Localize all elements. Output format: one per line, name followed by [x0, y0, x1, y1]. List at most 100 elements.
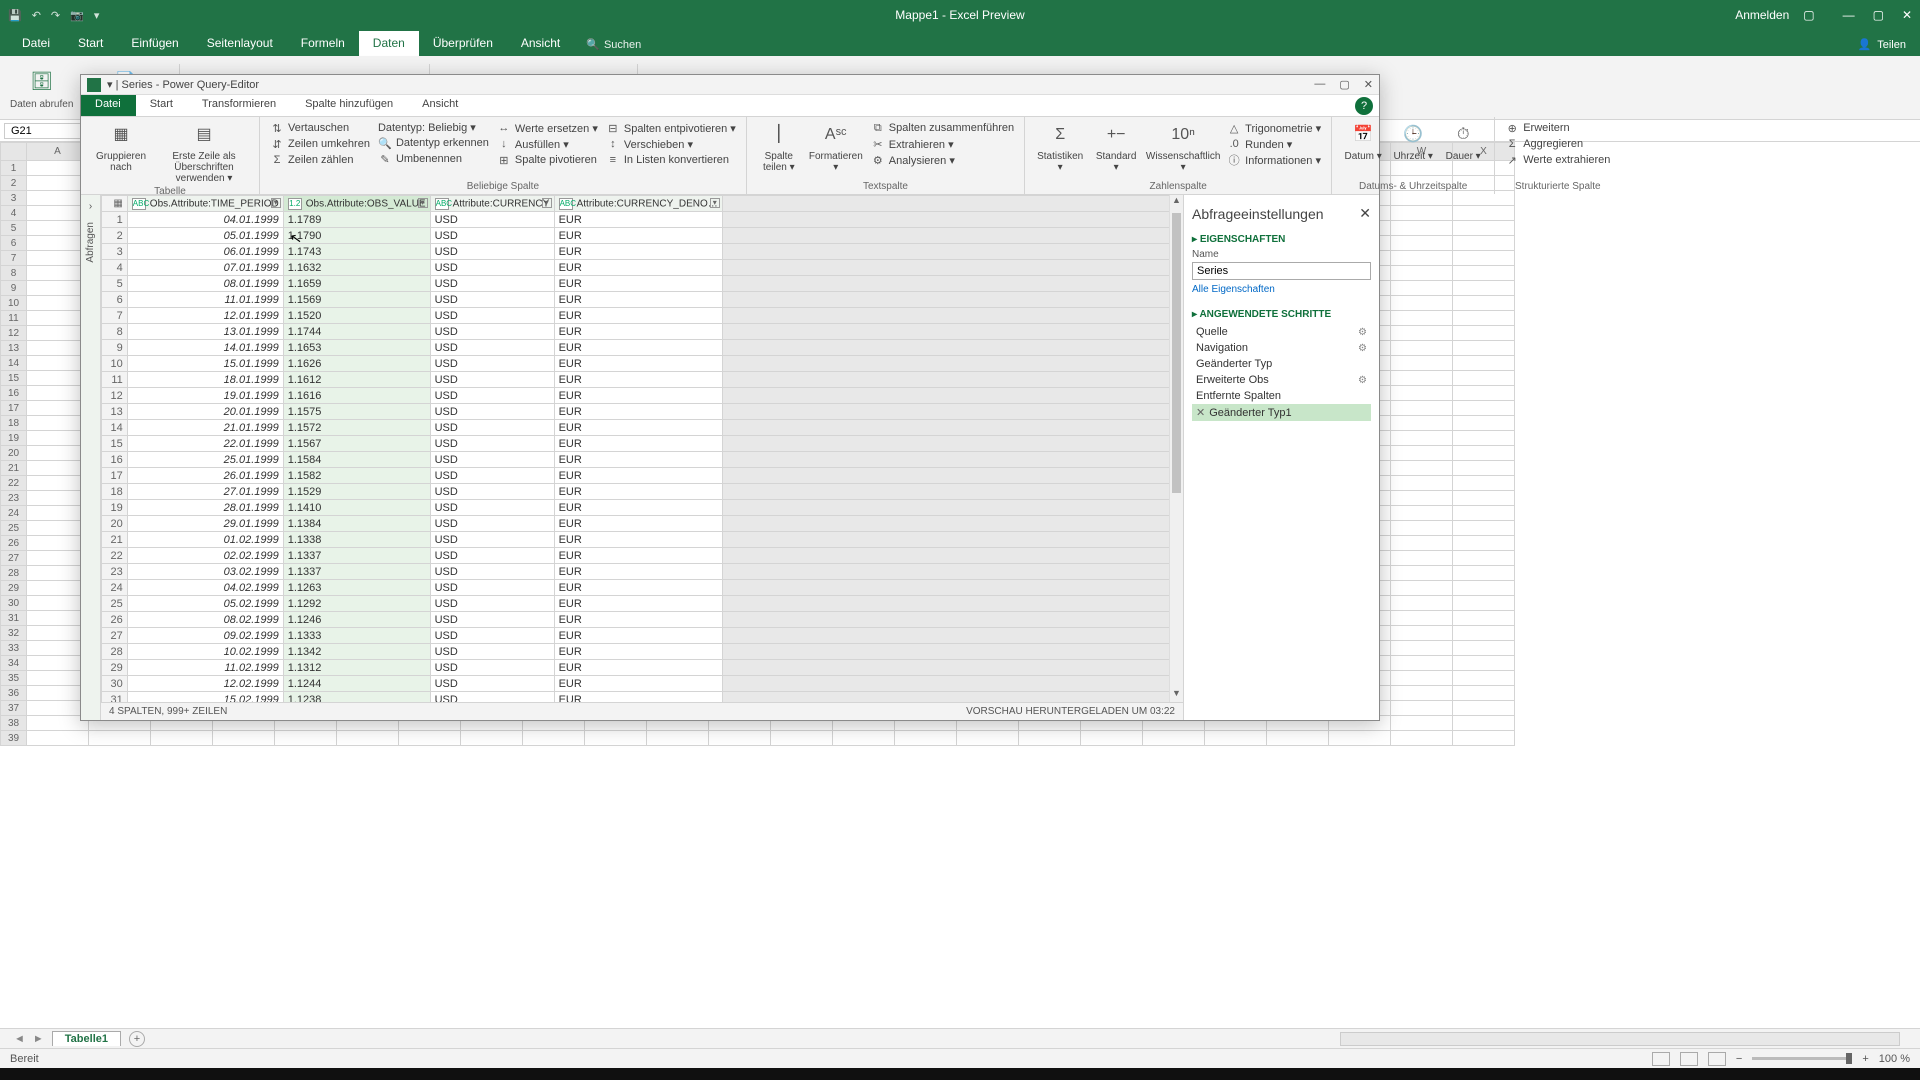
- pq-cell[interactable]: EUR: [554, 564, 722, 580]
- pq-cell[interactable]: USD: [430, 516, 554, 532]
- excel-row-header[interactable]: 3: [1, 191, 27, 206]
- pq-cell[interactable]: 22.01.1999: [127, 436, 283, 452]
- pq-cell[interactable]: 1.1529: [283, 484, 430, 500]
- parse-button[interactable]: ⚙Analysieren ▾: [871, 153, 1014, 167]
- pq-cell[interactable]: 15.01.1999: [127, 356, 283, 372]
- excel-cell[interactable]: [1391, 671, 1453, 686]
- excel-cell[interactable]: [27, 731, 89, 746]
- excel-row-header[interactable]: 36: [1, 686, 27, 701]
- excel-cell[interactable]: [1391, 431, 1453, 446]
- excel-cell[interactable]: [1453, 221, 1515, 236]
- pq-row-number[interactable]: 29: [102, 660, 128, 676]
- scroll-up-icon[interactable]: ▲: [1170, 195, 1183, 209]
- pq-cell[interactable]: EUR: [554, 308, 722, 324]
- excel-cell[interactable]: [1453, 581, 1515, 596]
- pq-cell[interactable]: EUR: [554, 644, 722, 660]
- excel-cell[interactable]: [1391, 371, 1453, 386]
- excel-cell[interactable]: [523, 731, 585, 746]
- excel-cell[interactable]: [1453, 326, 1515, 341]
- pq-cell[interactable]: USD: [430, 644, 554, 660]
- excel-cell[interactable]: [1391, 686, 1453, 701]
- pq-cell[interactable]: USD: [430, 324, 554, 340]
- extract-values-button[interactable]: ↗Werte extrahieren: [1505, 153, 1610, 167]
- pq-cell[interactable]: USD: [430, 340, 554, 356]
- pq-cell[interactable]: 28.01.1999: [127, 500, 283, 516]
- excel-cell[interactable]: [1453, 371, 1515, 386]
- excel-cell[interactable]: [1391, 296, 1453, 311]
- pq-cell[interactable]: USD: [430, 436, 554, 452]
- pq-cell[interactable]: EUR: [554, 292, 722, 308]
- excel-cell[interactable]: [1453, 491, 1515, 506]
- excel-row-header[interactable]: 12: [1, 326, 27, 341]
- excel-cell[interactable]: [957, 731, 1019, 746]
- pq-row-number[interactable]: 5: [102, 276, 128, 292]
- pq-cell[interactable]: EUR: [554, 548, 722, 564]
- excel-cell[interactable]: [1391, 476, 1453, 491]
- pq-cell[interactable]: EUR: [554, 212, 722, 228]
- reverse-rows-button[interactable]: ⇵Zeilen umkehren: [270, 137, 370, 151]
- pq-cell[interactable]: USD: [430, 564, 554, 580]
- excel-row-header[interactable]: 9: [1, 281, 27, 296]
- excel-tab-formeln[interactable]: Formeln: [287, 31, 359, 56]
- pq-cell[interactable]: EUR: [554, 276, 722, 292]
- pq-cell[interactable]: EUR: [554, 676, 722, 692]
- pq-cell[interactable]: 1.1337: [283, 548, 430, 564]
- zoom-out-button[interactable]: −: [1736, 1053, 1742, 1065]
- all-properties-link[interactable]: Alle Eigenschaften: [1192, 284, 1371, 295]
- pq-cell[interactable]: USD: [430, 404, 554, 420]
- pq-cell[interactable]: 1.1612: [283, 372, 430, 388]
- horizontal-scrollbar[interactable]: [1340, 1032, 1900, 1046]
- pq-cell[interactable]: USD: [430, 532, 554, 548]
- excel-row-header[interactable]: 22: [1, 476, 27, 491]
- split-column-button[interactable]: ⎮Spalte teilen ▾: [757, 121, 801, 173]
- trig-button[interactable]: △Trigonometrie ▾: [1227, 121, 1321, 135]
- pivot-column-button[interactable]: ⊞Spalte pivotieren: [497, 153, 598, 167]
- excel-row-header[interactable]: 34: [1, 656, 27, 671]
- pq-tab-transformieren[interactable]: Transformieren: [188, 95, 291, 116]
- pq-cell[interactable]: EUR: [554, 660, 722, 676]
- pq-cell[interactable]: USD: [430, 692, 554, 703]
- excel-cell[interactable]: [1453, 506, 1515, 521]
- filter-dropdown-icon[interactable]: ▾: [710, 198, 720, 208]
- excel-cell[interactable]: [1391, 461, 1453, 476]
- pq-cell[interactable]: 18.01.1999: [127, 372, 283, 388]
- pq-data-grid[interactable]: ▦ABCObs.Attribute:TIME_PERIOD▾1.2Obs.Att…: [101, 195, 1183, 702]
- excel-cell[interactable]: [1453, 401, 1515, 416]
- sheet-next-icon[interactable]: ►: [33, 1033, 44, 1045]
- excel-cell[interactable]: [1453, 656, 1515, 671]
- filter-dropdown-icon[interactable]: ▾: [271, 198, 281, 208]
- share-button[interactable]: 👤 Teilen: [1844, 33, 1920, 56]
- time-button[interactable]: 🕒Uhrzeit ▾: [1392, 121, 1434, 162]
- excel-row-header[interactable]: 30: [1, 596, 27, 611]
- step-gear-icon[interactable]: ⚙: [1358, 375, 1367, 386]
- excel-cell[interactable]: [1453, 266, 1515, 281]
- excel-cell[interactable]: [1391, 326, 1453, 341]
- excel-cell[interactable]: [1453, 296, 1515, 311]
- pq-cell[interactable]: 26.01.1999: [127, 468, 283, 484]
- excel-row-header[interactable]: 11: [1, 311, 27, 326]
- pq-cell[interactable]: 01.02.1999: [127, 532, 283, 548]
- query-name-input[interactable]: [1192, 262, 1371, 280]
- unpivot-button[interactable]: ⊟Spalten entpivotieren ▾: [606, 121, 736, 135]
- pq-cell[interactable]: 13.01.1999: [127, 324, 283, 340]
- step-gear-icon[interactable]: ⚙: [1358, 327, 1367, 338]
- excel-cell[interactable]: [1019, 731, 1081, 746]
- pq-cell[interactable]: 1.1337: [283, 564, 430, 580]
- step-delete-icon[interactable]: ✕: [1196, 407, 1205, 419]
- minimize-icon[interactable]: —: [1843, 8, 1855, 22]
- pq-maximize-icon[interactable]: ▢: [1339, 78, 1349, 91]
- excel-cell[interactable]: [833, 731, 895, 746]
- pq-cell[interactable]: EUR: [554, 500, 722, 516]
- excel-cell[interactable]: [337, 731, 399, 746]
- excel-row-header[interactable]: 5: [1, 221, 27, 236]
- pq-cell[interactable]: 1.1743: [283, 244, 430, 260]
- excel-cell[interactable]: [461, 731, 523, 746]
- pq-cell[interactable]: EUR: [554, 692, 722, 703]
- excel-tab-start[interactable]: Start: [64, 31, 117, 56]
- applied-step[interactable]: Navigation⚙: [1192, 340, 1371, 356]
- pq-row-number[interactable]: 4: [102, 260, 128, 276]
- excel-cell[interactable]: [1453, 701, 1515, 716]
- pq-cell[interactable]: EUR: [554, 388, 722, 404]
- sheet-prev-icon[interactable]: ◄: [14, 1033, 25, 1045]
- pq-cell[interactable]: EUR: [554, 596, 722, 612]
